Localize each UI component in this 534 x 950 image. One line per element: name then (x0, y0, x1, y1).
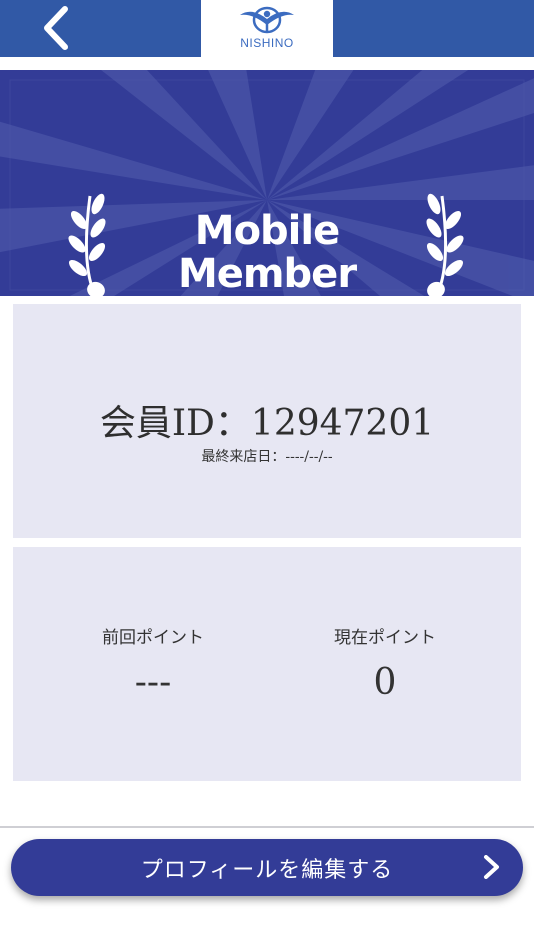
edit-profile-button[interactable]: プロフィールを編集する (11, 839, 523, 896)
current-points-value: 0 (373, 662, 397, 703)
previous-points-value: --- (134, 662, 172, 703)
previous-points-label: 前回ポイント (102, 628, 204, 648)
laurel-right-icon (426, 193, 464, 296)
back-button[interactable] (30, 2, 82, 54)
member-id-card: 会員ID：12947201 最終来店日：----/--/-- (13, 304, 521, 538)
brand-logo: NISHINO (201, 0, 333, 57)
chevron-right-icon (484, 855, 499, 879)
last-visit-date: 最終来店日：----/--/-- (201, 449, 333, 465)
top-navigation-bar: NISHINO (0, 0, 534, 57)
edit-profile-label: プロフィールを編集する (140, 857, 394, 883)
logo-wordmark: NISHINO (240, 36, 294, 50)
current-points-label: 現在ポイント (334, 628, 436, 648)
chevron-left-icon (44, 6, 68, 50)
current-points-section: 現在ポイント 0 (267, 623, 503, 703)
previous-points-section: 前回ポイント --- (27, 623, 279, 703)
points-card: 前回ポイント --- 現在ポイント 0 (13, 547, 521, 781)
footer-divider (0, 826, 534, 828)
logo-emblem-icon (240, 6, 294, 34)
member-banner: Mobile Member (0, 70, 534, 296)
member-id-text: 会員ID：12947201 (99, 403, 435, 444)
